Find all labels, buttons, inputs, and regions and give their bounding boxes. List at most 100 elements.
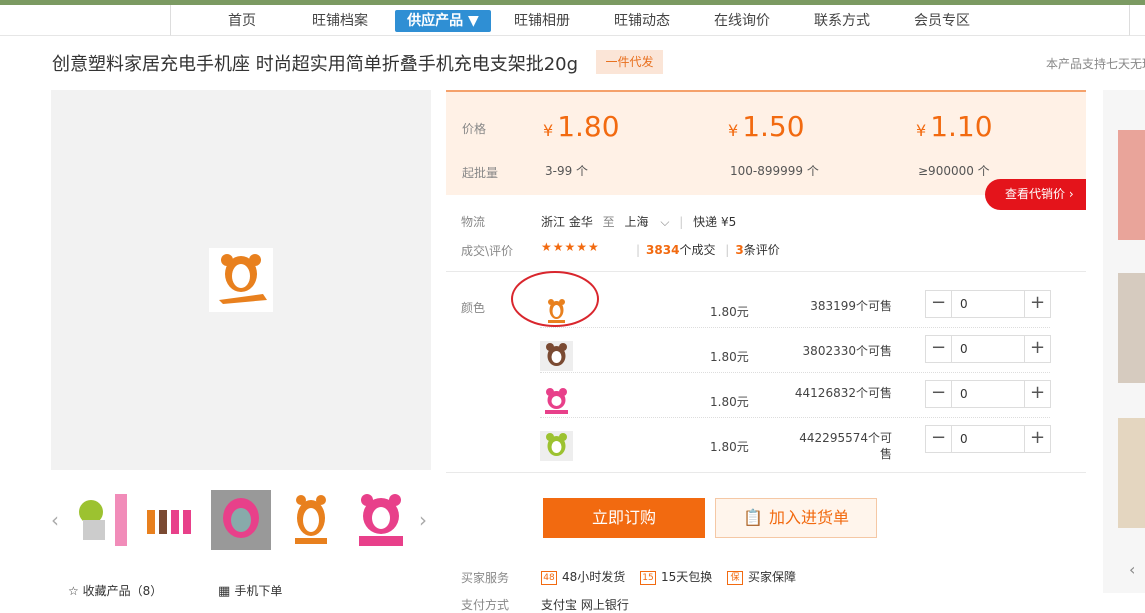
yen-symbol: ¥ <box>916 121 927 140</box>
quantity-input[interactable]: 0 <box>952 381 1024 407</box>
mobile-order[interactable]: ▦ 手机下单 <box>218 582 282 599</box>
yen-symbol: ¥ <box>543 121 554 140</box>
sku-price: 1.80元 <box>710 305 749 319</box>
quantity-stepper: −0 + <box>925 335 1051 363</box>
add-to-cart-label: 加入进货单 <box>768 508 849 527</box>
plus-button[interactable]: + <box>1024 291 1050 317</box>
price-value: 1.50 <box>742 110 805 143</box>
sku-thumb-green[interactable] <box>540 431 573 461</box>
deal-count[interactable]: 3834 <box>646 243 679 257</box>
sku-thumb-pink[interactable] <box>540 386 573 416</box>
star-outline-icon: ☆ <box>68 584 83 598</box>
sku-divider <box>540 327 1050 328</box>
deal-count-suffix: 个成交 <box>679 243 716 257</box>
nav-album[interactable]: 旺铺相册 <box>507 10 577 32</box>
recommend-image[interactable] <box>1118 273 1145 383</box>
service-text: 15天包换 <box>661 570 713 584</box>
divider <box>446 472 1086 473</box>
qty-tier-3: ≥900000 个 <box>918 164 990 178</box>
service-guarantee: 保买家保障 <box>727 568 796 585</box>
recommend-image[interactable] <box>1118 418 1145 528</box>
view-agent-price-button[interactable]: 查看代销价 › <box>985 179 1086 210</box>
ship-to-select[interactable]: 上海 <box>625 215 649 229</box>
sku-row-pink: 1.80元 44126832个可售 −0 + <box>540 380 1052 425</box>
payment-label: 支付方式 <box>461 598 510 612</box>
quantity-stepper: −0 + <box>925 290 1051 318</box>
nav-inquiry[interactable]: 在线询价 <box>707 10 777 32</box>
review-count[interactable]: 3 <box>735 243 743 257</box>
qty-tier-2: 100-899999 个 <box>730 164 819 178</box>
nav-products[interactable]: 供应产品 ▼ <box>395 10 491 32</box>
service-15day: 15 15天包换 <box>640 568 712 585</box>
thumbnail-1[interactable] <box>71 490 131 550</box>
payment-methods: 支付宝 网上银行 <box>541 598 629 612</box>
48h-icon: 48 <box>541 570 557 585</box>
sku-thumb-brown[interactable] <box>540 341 573 371</box>
minus-button[interactable]: − <box>926 426 952 452</box>
sku-stock: 383199个可售 <box>810 299 892 313</box>
favorite-label: 收藏产品（8） <box>82 584 163 598</box>
service-text: 48小时发货 <box>562 570 626 584</box>
price-label: 价格 <box>462 122 487 136</box>
main-product-image[interactable] <box>51 90 431 470</box>
nav-home[interactable]: 首页 <box>211 10 273 32</box>
plus-button[interactable]: + <box>1024 336 1050 362</box>
thumb-prev-arrow[interactable]: ‹ <box>51 508 59 532</box>
phone-stand-image <box>209 248 273 312</box>
15day-icon: 15 <box>640 570 656 585</box>
sku-row-green: 1.80元 442295574个可售 −0 + <box>540 425 1052 470</box>
sku-price: 1.80元 <box>710 395 749 409</box>
nav-news[interactable]: 旺铺动态 <box>607 10 677 32</box>
sku-stock: 44126832个可售 <box>794 386 892 400</box>
favorite-product[interactable]: ☆ 收藏产品（8） <box>68 582 162 599</box>
thumbnail-4[interactable] <box>281 490 341 550</box>
shield-icon: 保 <box>727 570 743 585</box>
recommend-sidebar: ‹ <box>1103 90 1145 593</box>
ship-from: 浙江 金华 <box>541 215 593 229</box>
plus-button[interactable]: + <box>1024 381 1050 407</box>
price-tier-1: ¥1.80 <box>543 110 620 143</box>
thumbnail-2[interactable] <box>141 490 201 550</box>
nav-members[interactable]: 会员专区 <box>907 10 977 32</box>
qrcode-icon: ▦ <box>218 584 235 599</box>
yen-symbol: ¥ <box>728 121 739 140</box>
mobile-order-label: 手机下单 <box>234 584 283 598</box>
highlight-circle <box>511 271 599 327</box>
rating-stars: ★★★★★ <box>541 240 600 254</box>
quantity-stepper: −0 + <box>925 380 1051 408</box>
thumbnail-3[interactable] <box>211 490 271 550</box>
chevron-down-icon[interactable]: ⌵ <box>660 215 669 229</box>
buyer-services-label: 买家服务 <box>461 571 510 585</box>
minus-button[interactable]: − <box>926 291 952 317</box>
recommend-image[interactable] <box>1118 130 1145 240</box>
sku-divider <box>540 372 1050 373</box>
deal-stats: | 3834个成交 | 3条评价 <box>636 243 780 257</box>
minus-button[interactable]: − <box>926 381 952 407</box>
quantity-input[interactable]: 0 <box>952 291 1024 317</box>
price-panel: 价格 起批量 ¥1.80 ¥1.50 ¥1.10 3-99 个 100-8999… <box>446 90 1086 195</box>
add-to-cart-button[interactable]: 📋 加入进货单 <box>715 498 877 538</box>
thumbnail-5[interactable] <box>351 490 411 550</box>
dropship-badge: 一件代发 <box>596 50 663 74</box>
quantity-stepper: −0 + <box>925 425 1051 453</box>
minus-button[interactable]: − <box>926 336 952 362</box>
express-fee: 快递 ¥5 <box>693 215 737 229</box>
sku-divider <box>540 417 1050 418</box>
nav-contact[interactable]: 联系方式 <box>807 10 877 32</box>
price-value: 1.80 <box>557 110 620 143</box>
buy-now-button[interactable]: 立即订购 <box>543 498 705 538</box>
sku-price: 1.80元 <box>710 350 749 364</box>
price-value: 1.10 <box>930 110 993 143</box>
logistics-route: 浙江 金华 至 上海 ⌵ | 快递 ¥5 <box>541 215 737 229</box>
service-text: 买家保障 <box>748 570 797 584</box>
quantity-input[interactable]: 0 <box>952 426 1024 452</box>
nav-shop-profile[interactable]: 旺铺档案 <box>305 10 375 32</box>
logistics-label: 物流 <box>461 215 486 229</box>
product-title: 创意塑料家居充电手机座 时尚超实用简单折叠手机充电支架批20g <box>52 54 579 75</box>
thumbnail-strip: ‹ › <box>51 488 431 552</box>
service-48h: 48 48小时发货 <box>541 568 625 585</box>
chevron-left-icon[interactable]: ‹ <box>1129 560 1135 579</box>
quantity-input[interactable]: 0 <box>952 336 1024 362</box>
thumb-next-arrow[interactable]: › <box>419 508 427 532</box>
plus-button[interactable]: + <box>1024 426 1050 452</box>
